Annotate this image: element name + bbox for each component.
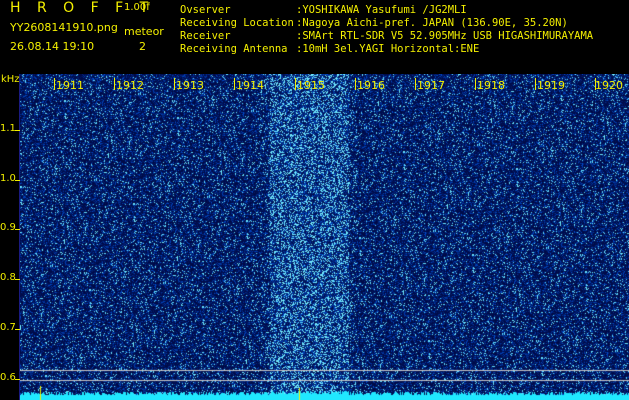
date-time: 26.08.14 19:10 bbox=[10, 40, 95, 53]
x-tick-mark bbox=[295, 78, 296, 90]
y-tick-label: 1.1 bbox=[0, 123, 16, 134]
y-tick-mark bbox=[15, 379, 20, 380]
info-key-receiver: Receiver bbox=[180, 30, 231, 42]
x-tick-label: 1915 bbox=[297, 79, 325, 92]
x-tick-label: 1920 bbox=[595, 79, 623, 92]
x-tick-label: 1916 bbox=[357, 79, 385, 92]
version-label: 1.00f bbox=[124, 2, 150, 13]
y-tick-label: 0.9 bbox=[0, 222, 16, 233]
info-key-antenna: Receiving Antenna bbox=[180, 43, 288, 55]
x-tick-mark bbox=[355, 78, 356, 90]
y-tick-label: 0.6 bbox=[0, 372, 16, 383]
info-value-antenna: :10mH 3el.YAGI Horizontal:ENE bbox=[296, 43, 480, 55]
x-tick-mark bbox=[114, 78, 115, 90]
x-tick-label: 1917 bbox=[417, 79, 445, 92]
y-tick-mark bbox=[15, 130, 20, 131]
info-value-observer: :YOSHIKAWA Yasufumi /JG2MLI bbox=[296, 4, 467, 16]
y-tick-mark bbox=[15, 229, 20, 230]
spectrogram-plot bbox=[20, 74, 629, 400]
x-tick-mark bbox=[535, 78, 536, 90]
y-tick-mark bbox=[15, 279, 20, 280]
x-tick-label: 1919 bbox=[537, 79, 565, 92]
x-tick-mark bbox=[475, 78, 476, 90]
info-key-location: Receiving Location bbox=[180, 17, 294, 29]
x-tick-label: 1911 bbox=[56, 79, 84, 92]
y-tick-label: 1.0 bbox=[0, 173, 16, 184]
x-tick-label: 1912 bbox=[116, 79, 144, 92]
info-value-location: :Nagoya Aichi-pref. JAPAN (136.90E, 35.2… bbox=[296, 17, 568, 29]
y-axis-unit-label: kHz bbox=[1, 74, 20, 85]
y-tick-label: 0.8 bbox=[0, 272, 16, 283]
meteor-count: 2 bbox=[139, 40, 146, 53]
y-axis-line bbox=[19, 74, 20, 400]
y-tick-mark bbox=[15, 180, 20, 181]
file-name: YY2608141910.png bbox=[10, 21, 118, 34]
y-tick-label: 0.7 bbox=[0, 322, 16, 333]
x-tick-label: 1918 bbox=[477, 79, 505, 92]
header-panel: H R O F F T 1.00f YY2608141910.png meteo… bbox=[0, 0, 629, 74]
x-tick-mark bbox=[174, 78, 175, 90]
x-tick-mark bbox=[54, 78, 55, 90]
info-key-observer: Ovserver bbox=[180, 4, 231, 16]
x-tick-label: 1913 bbox=[176, 79, 204, 92]
info-value-receiver: :SMArt RTL-SDR V5 52.905MHz USB HIGASHIM… bbox=[296, 30, 594, 42]
x-tick-mark bbox=[415, 78, 416, 90]
x-tick-mark bbox=[234, 78, 235, 90]
meteor-label: meteor bbox=[124, 25, 164, 38]
x-tick-label: 1914 bbox=[236, 79, 264, 92]
y-tick-mark bbox=[15, 329, 20, 330]
